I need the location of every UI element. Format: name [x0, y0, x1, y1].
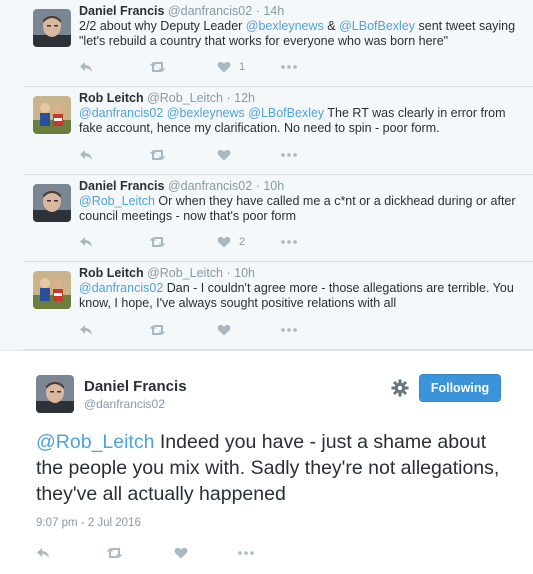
like-count: 1 — [239, 61, 246, 73]
conversation-thread: Daniel Francis @danfrancis02 · 14h 2/2 ab… — [0, 0, 533, 350]
separator-dot: · — [226, 266, 231, 280]
gear-icon[interactable] — [390, 378, 410, 398]
author-name[interactable]: Daniel Francis — [84, 378, 187, 395]
tweet-text: @Rob_Leitch Or when they have called me … — [79, 194, 519, 224]
retweet-button[interactable] — [149, 322, 166, 338]
more-button[interactable] — [238, 545, 254, 561]
more-icon — [281, 153, 297, 157]
more-icon — [281, 240, 297, 244]
like-icon — [217, 149, 231, 161]
retweet-button[interactable] — [106, 545, 123, 561]
reply-icon — [80, 150, 92, 160]
like-button[interactable] — [217, 322, 231, 338]
author-handle[interactable]: @Rob_Leitch — [147, 266, 223, 280]
like-icon — [174, 547, 188, 559]
reply-icon — [80, 237, 92, 247]
tweet-actions: 2 — [79, 234, 379, 250]
tweet-text: @danfrancis02 @bexleynews @LBofBexley Th… — [79, 106, 519, 136]
more-icon — [281, 65, 297, 69]
more-icon — [238, 551, 254, 555]
tweet-header: Rob Leitch @Rob_Leitch · 12h — [79, 91, 255, 105]
tweet-actions — [79, 322, 379, 338]
reply-button[interactable] — [79, 234, 93, 250]
avatar[interactable] — [33, 9, 71, 47]
retweet-icon — [106, 548, 123, 558]
tweet-time[interactable]: 12h — [234, 91, 255, 105]
separator-dot: · — [255, 179, 260, 193]
tweet-text: @Rob_Leitch Indeed you have - just a sha… — [36, 429, 506, 507]
reply-icon — [37, 548, 49, 558]
tweet-header: Rob Leitch @Rob_Leitch · 10h — [79, 266, 255, 280]
tweet-item[interactable]: Daniel Francis @danfrancis02 · 10h @Rob_L… — [23, 175, 533, 262]
reply-icon — [80, 325, 92, 335]
separator-dot: · — [255, 4, 260, 18]
tweet-time[interactable]: 14h — [263, 4, 284, 18]
focused-tweet: Daniel Francis @danfrancis02 Following @… — [0, 350, 533, 574]
like-icon — [217, 324, 231, 336]
mention-link[interactable]: @danfrancis02 — [79, 106, 163, 120]
reply-button[interactable] — [36, 545, 50, 561]
mention-link[interactable]: @LBofBexley — [248, 106, 324, 120]
tweet-header: Daniel Francis @danfrancis02 · 10h — [79, 179, 284, 193]
separator-dot: · — [226, 91, 231, 105]
reply-button[interactable] — [79, 322, 93, 338]
tweet-text: 2/2 about why Deputy Leader @bexleynews … — [79, 19, 519, 49]
author-name[interactable]: Rob Leitch — [79, 91, 144, 105]
like-icon — [217, 61, 231, 73]
more-icon — [281, 328, 297, 332]
retweet-icon — [149, 325, 166, 335]
tweet-text-part: 2/2 about why Deputy Leader — [79, 19, 246, 33]
author-name[interactable]: Daniel Francis — [79, 4, 164, 18]
more-button[interactable] — [281, 234, 297, 250]
author-name[interactable]: Daniel Francis — [79, 179, 164, 193]
tweet-text-part: & — [323, 19, 340, 33]
like-count: 2 — [239, 236, 246, 248]
retweet-button[interactable] — [149, 147, 166, 163]
like-button[interactable] — [174, 545, 188, 561]
mention-link[interactable]: @LBofBexley — [339, 19, 415, 33]
more-button[interactable] — [281, 147, 297, 163]
retweet-icon — [149, 62, 166, 72]
mention-link[interactable]: @danfrancis02 — [79, 281, 163, 295]
like-icon — [217, 236, 231, 248]
retweet-icon — [149, 150, 166, 160]
retweet-icon — [149, 237, 166, 247]
avatar[interactable] — [33, 184, 71, 222]
mention-link[interactable]: @Rob_Leitch — [36, 431, 154, 453]
tweet-time[interactable]: 10h — [263, 179, 284, 193]
tweet-actions — [36, 545, 336, 561]
reply-button[interactable] — [79, 147, 93, 163]
like-button[interactable] — [217, 147, 231, 163]
author-handle[interactable]: @danfrancis02 — [168, 179, 252, 193]
tweet-actions — [79, 147, 379, 163]
avatar[interactable] — [36, 375, 74, 413]
author-handle[interactable]: @Rob_Leitch — [147, 91, 223, 105]
mention-link[interactable]: @bexleynews — [167, 106, 245, 120]
reply-icon — [80, 62, 92, 72]
avatar[interactable] — [33, 271, 71, 309]
retweet-button[interactable] — [149, 59, 166, 75]
tweet-actions: 1 — [79, 59, 379, 75]
author-name[interactable]: Rob Leitch — [79, 266, 144, 280]
mention-link[interactable]: @Rob_Leitch — [79, 194, 155, 208]
tweet-header: Daniel Francis @danfrancis02 · 14h — [79, 4, 284, 18]
tweet-item[interactable]: Daniel Francis @danfrancis02 · 14h 2/2 ab… — [23, 0, 533, 87]
tweet-time[interactable]: 10h — [234, 266, 255, 280]
tweet-text: @danfrancis02 Dan - I couldn't agree mor… — [79, 281, 519, 311]
reply-button[interactable] — [79, 59, 93, 75]
tweet-item[interactable]: Rob Leitch @Rob_Leitch · 12h @danfrancis0… — [23, 87, 533, 175]
retweet-button[interactable] — [149, 234, 166, 250]
author-handle[interactable]: @danfrancis02 — [84, 397, 165, 411]
like-button[interactable]: 2 — [217, 234, 245, 250]
more-button[interactable] — [281, 59, 297, 75]
avatar[interactable] — [33, 96, 71, 134]
author-handle[interactable]: @danfrancis02 — [168, 4, 252, 18]
tweet-item[interactable]: Rob Leitch @Rob_Leitch · 10h @danfrancis0… — [23, 262, 533, 350]
like-button[interactable]: 1 — [217, 59, 245, 75]
more-button[interactable] — [281, 322, 297, 338]
mention-link[interactable]: @bexleynews — [246, 19, 324, 33]
tweet-timestamp[interactable]: 9:07 pm - 2 Jul 2016 — [36, 517, 141, 529]
following-button[interactable]: Following — [419, 374, 501, 402]
